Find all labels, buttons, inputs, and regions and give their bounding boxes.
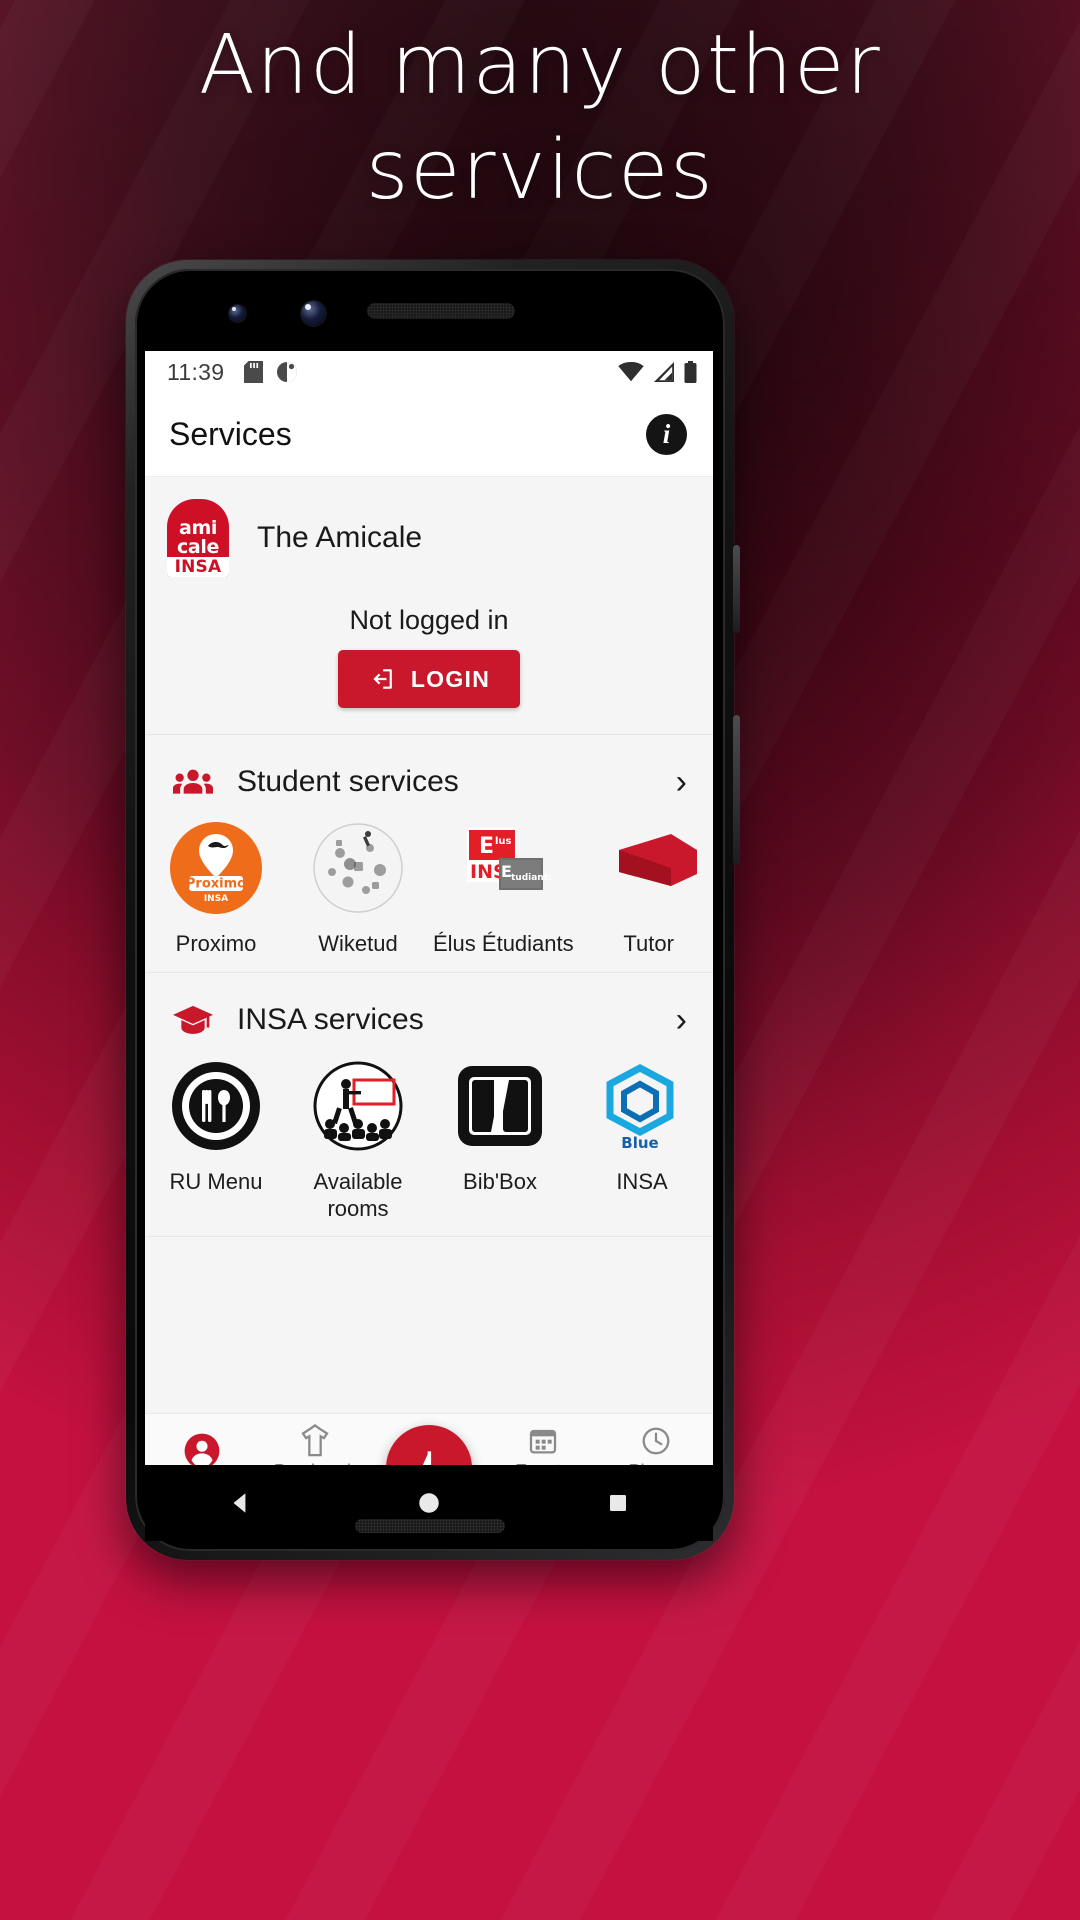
sd-card-icon	[244, 361, 264, 383]
wiketud-logo-icon	[309, 819, 407, 917]
app-bar: Services i	[145, 393, 713, 477]
elus-etudiants-logo-icon: E lus INSA E tudiants	[454, 819, 552, 917]
service-tile-label: Bib'Box	[463, 1168, 537, 1194]
amicale-logo-icon: ami cale INSA	[167, 499, 229, 577]
graduation-cap-icon	[171, 1004, 215, 1036]
ru-menu-logo-icon	[167, 1057, 265, 1155]
back-triangle-icon[interactable]	[225, 1488, 255, 1518]
volume-button[interactable]	[733, 715, 740, 865]
service-tile-label: Élus Étudiants	[433, 931, 574, 956]
service-tile-ru-menu[interactable]: RU Menu	[145, 1057, 287, 1223]
section-title: Student services	[237, 765, 459, 798]
services-list[interactable]: ami cale INSA The Amicale Not logged in	[145, 477, 713, 1413]
service-tile-label: RU Menu	[169, 1168, 263, 1194]
service-tile-elus-etudiants[interactable]: E lus INSA E tudiants Élus Étudiants	[429, 819, 578, 958]
status-bar: 11:39	[145, 351, 713, 393]
recents-square-icon[interactable]	[603, 1488, 633, 1518]
phone-screen: 11:39 Services i ami cale INSA The Amica…	[145, 351, 713, 1491]
page-title: Services	[169, 416, 292, 452]
home-circle-icon[interactable]	[414, 1488, 444, 1518]
bibbox-logo-icon	[451, 1057, 549, 1155]
status-bar-time: 11:39	[167, 358, 225, 385]
tile-row-student-services[interactable]: Proximo INSA Proximo Wiketud E lus INSA …	[145, 803, 713, 972]
front-camera-icon	[301, 301, 326, 326]
svg-text:INSA: INSA	[204, 894, 228, 904]
do-not-disturb-icon	[277, 362, 298, 382]
svg-text:lus: lus	[495, 836, 512, 847]
login-button-label: LOGIN	[410, 665, 491, 692]
battery-icon	[684, 361, 697, 383]
svg-text:Proximo: Proximo	[186, 877, 246, 892]
service-tile-label: Available rooms	[313, 1168, 403, 1221]
tshirt-icon	[259, 1423, 373, 1458]
service-tile-tutor-insa[interactable]: Tutor	[578, 819, 713, 958]
headline-line-1: And many other	[198, 18, 882, 113]
people-group-icon	[171, 767, 215, 797]
svg-text:E: E	[479, 834, 494, 859]
tutorinsa-logo-icon	[600, 819, 698, 917]
section-title: INSA services	[237, 1002, 424, 1036]
nav-item-home-fab[interactable]	[372, 1425, 486, 1491]
calendar-icon	[486, 1424, 600, 1458]
headline-line-2: services	[365, 122, 715, 218]
earpiece-speaker	[367, 303, 515, 319]
amicale-title: The Amicale	[257, 521, 423, 554]
bluemind-logo-icon: Blue	[593, 1057, 691, 1155]
service-tile-label: Proximo	[175, 931, 257, 956]
section-header-student-services[interactable]: Student services ›	[145, 735, 713, 803]
proximity-sensor-icon	[229, 305, 246, 322]
cellular-signal-icon	[654, 362, 674, 382]
phone-bezel: 11:39 Services i ami cale INSA The Amica…	[135, 269, 725, 1551]
service-tile-wiketud[interactable]: Wiketud	[287, 819, 429, 958]
service-tile-label: Tutor	[623, 931, 674, 956]
info-icon[interactable]: i	[646, 414, 687, 455]
service-tile-label: Wiketud	[318, 931, 398, 956]
login-button-row: LOGIN	[145, 650, 713, 708]
section-insa-services: INSA services › RU Menu Available rooms …	[145, 972, 713, 1238]
phone-sensors	[135, 295, 725, 335]
chevron-right-icon[interactable]: ›	[676, 765, 687, 799]
section-header-insa-services[interactable]: INSA services ›	[145, 973, 713, 1041]
tile-row-insa-services[interactable]: RU Menu Available rooms Bib'Box Blue INS…	[145, 1041, 713, 1237]
account-circle-icon	[145, 1433, 259, 1469]
phone-mockup: 11:39 Services i ami cale INSA The Amica…	[126, 260, 740, 1560]
amicale-logo-bottom: INSA	[167, 556, 229, 577]
status-bar-right-icons	[618, 361, 697, 383]
service-tile-bluemind[interactable]: Blue INSA	[571, 1057, 713, 1223]
svg-text:Blue: Blue	[621, 1134, 658, 1152]
amicale-logo-mid: cale	[177, 536, 219, 558]
svg-text:tudiants: tudiants	[511, 873, 551, 883]
section-student-services: Student services › Proximo INSA Proximo …	[145, 735, 713, 973]
login-status-text: Not logged in	[349, 605, 509, 635]
proximo-logo-icon: Proximo INSA	[167, 819, 265, 917]
clock-icon	[599, 1424, 713, 1458]
service-tile-proximo[interactable]: Proximo INSA Proximo	[145, 819, 287, 958]
status-bar-left-icons	[244, 361, 298, 383]
login-arrow-icon	[373, 669, 392, 689]
power-button[interactable]	[733, 545, 740, 633]
amicale-card: ami cale INSA The Amicale Not logged in	[145, 477, 713, 735]
rooms-logo-icon	[309, 1057, 407, 1155]
chevron-right-icon[interactable]: ›	[676, 1003, 687, 1037]
service-tile-label: INSA	[616, 1168, 668, 1194]
wifi-icon	[618, 362, 644, 382]
login-button[interactable]: LOGIN	[337, 650, 521, 708]
service-tile-bibbox[interactable]: Bib'Box	[429, 1057, 571, 1223]
service-tile-available-rooms[interactable]: Available rooms	[287, 1057, 429, 1223]
bottom-speaker-grill	[355, 1519, 505, 1533]
amicale-header: ami cale INSA The Amicale	[145, 499, 713, 577]
promo-headline: And many other services	[0, 14, 1080, 224]
